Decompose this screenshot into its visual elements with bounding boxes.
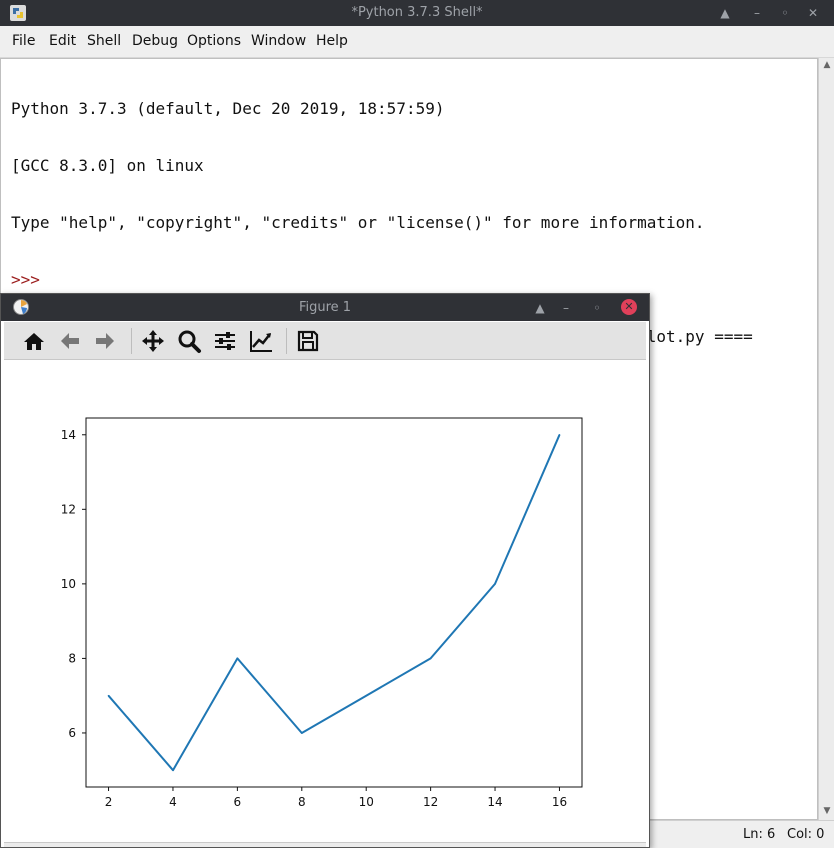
figure-window-title: Figure 1 [298, 300, 352, 315]
shell-window-title: *Python 3.7.3 Shell* [351, 5, 483, 20]
x-tick-label: 12 [423, 795, 438, 809]
shade-icon[interactable]: ▲ [531, 299, 549, 317]
x-tick-label: 6 [234, 795, 242, 809]
menu-shell[interactable]: Shell [87, 33, 121, 49]
shell-line: Python 3.7.3 (default, Dec 20 2019, 18:5… [11, 99, 445, 118]
scroll-up-icon[interactable]: ▲ [822, 60, 832, 70]
line-chart: 2 4 6 8 10 12 14 16 6 8 10 12 14 [61, 417, 583, 809]
data-point [172, 769, 174, 772]
shade-icon[interactable]: ▲ [716, 4, 734, 22]
y-tick-label: 8 [68, 651, 76, 665]
figure-status-bar [4, 842, 646, 847]
maximize-icon[interactable]: ◦ [776, 4, 794, 22]
close-icon[interactable]: ✕ [804, 4, 822, 22]
pan-icon[interactable] [139, 327, 167, 355]
figure-window: Figure 1 ▲ – ◦ ✕ 2 4 6 8 10 12 14 16 6 8… [0, 293, 650, 848]
data-point [236, 657, 239, 660]
shell-scrollbar[interactable]: ▲ ▼ [818, 58, 834, 820]
maximize-icon[interactable]: ◦ [588, 299, 606, 317]
menubar: File Edit Shell Debug Options Window Hel… [0, 26, 834, 58]
x-tick-label: 14 [487, 795, 502, 809]
data-point [107, 694, 110, 697]
back-arrow-icon[interactable] [56, 327, 84, 355]
x-tick-label: 16 [552, 795, 567, 809]
edit-axis-icon[interactable] [247, 327, 275, 355]
data-point [300, 732, 303, 734]
save-icon[interactable] [294, 327, 322, 355]
zoom-icon[interactable] [175, 327, 203, 355]
menu-debug[interactable]: Debug [132, 33, 178, 49]
plot-canvas[interactable]: 2 4 6 8 10 12 14 16 6 8 10 12 14 [4, 360, 646, 842]
scroll-down-icon[interactable]: ▼ [822, 806, 832, 816]
x-tick-label: 4 [169, 795, 177, 809]
minimize-icon[interactable]: – [557, 299, 575, 317]
x-tick-label: 2 [105, 795, 113, 809]
shell-titlebar[interactable]: *Python 3.7.3 Shell* ▲ – ◦ ✕ [0, 0, 834, 26]
y-tick-label: 10 [61, 577, 76, 591]
menu-window[interactable]: Window [251, 33, 306, 49]
forward-arrow-icon[interactable] [91, 327, 119, 355]
menu-help[interactable]: Help [316, 33, 348, 49]
data-point [429, 657, 432, 660]
status-line: Ln: 6 [743, 827, 776, 842]
figure-toolbar [4, 322, 646, 360]
figure-titlebar[interactable]: Figure 1 ▲ – ◦ ✕ [1, 294, 649, 321]
plot-area [85, 417, 583, 788]
menu-edit[interactable]: Edit [49, 33, 76, 49]
data-point [365, 694, 368, 697]
shell-line: Type "help", "copyright", "credits" or "… [11, 213, 705, 232]
status-col: Col: 0 [787, 827, 825, 842]
x-tick-label: 10 [359, 795, 374, 809]
data-point [558, 433, 561, 436]
minimize-icon[interactable]: – [748, 4, 766, 22]
y-tick-label: 14 [61, 428, 76, 442]
subplots-icon[interactable] [211, 327, 239, 355]
y-tick-label: 12 [61, 502, 76, 516]
data-point [494, 583, 496, 585]
close-icon[interactable]: ✕ [621, 299, 637, 315]
shell-prompt: >>> [11, 270, 50, 289]
menu-options[interactable]: Options [187, 33, 241, 49]
menu-file[interactable]: File [12, 33, 35, 49]
y-tick-label: 6 [68, 726, 76, 740]
x-tick-label: 8 [298, 795, 306, 809]
home-icon[interactable] [20, 327, 48, 355]
shell-line: [GCC 8.3.0] on linux [11, 156, 204, 175]
